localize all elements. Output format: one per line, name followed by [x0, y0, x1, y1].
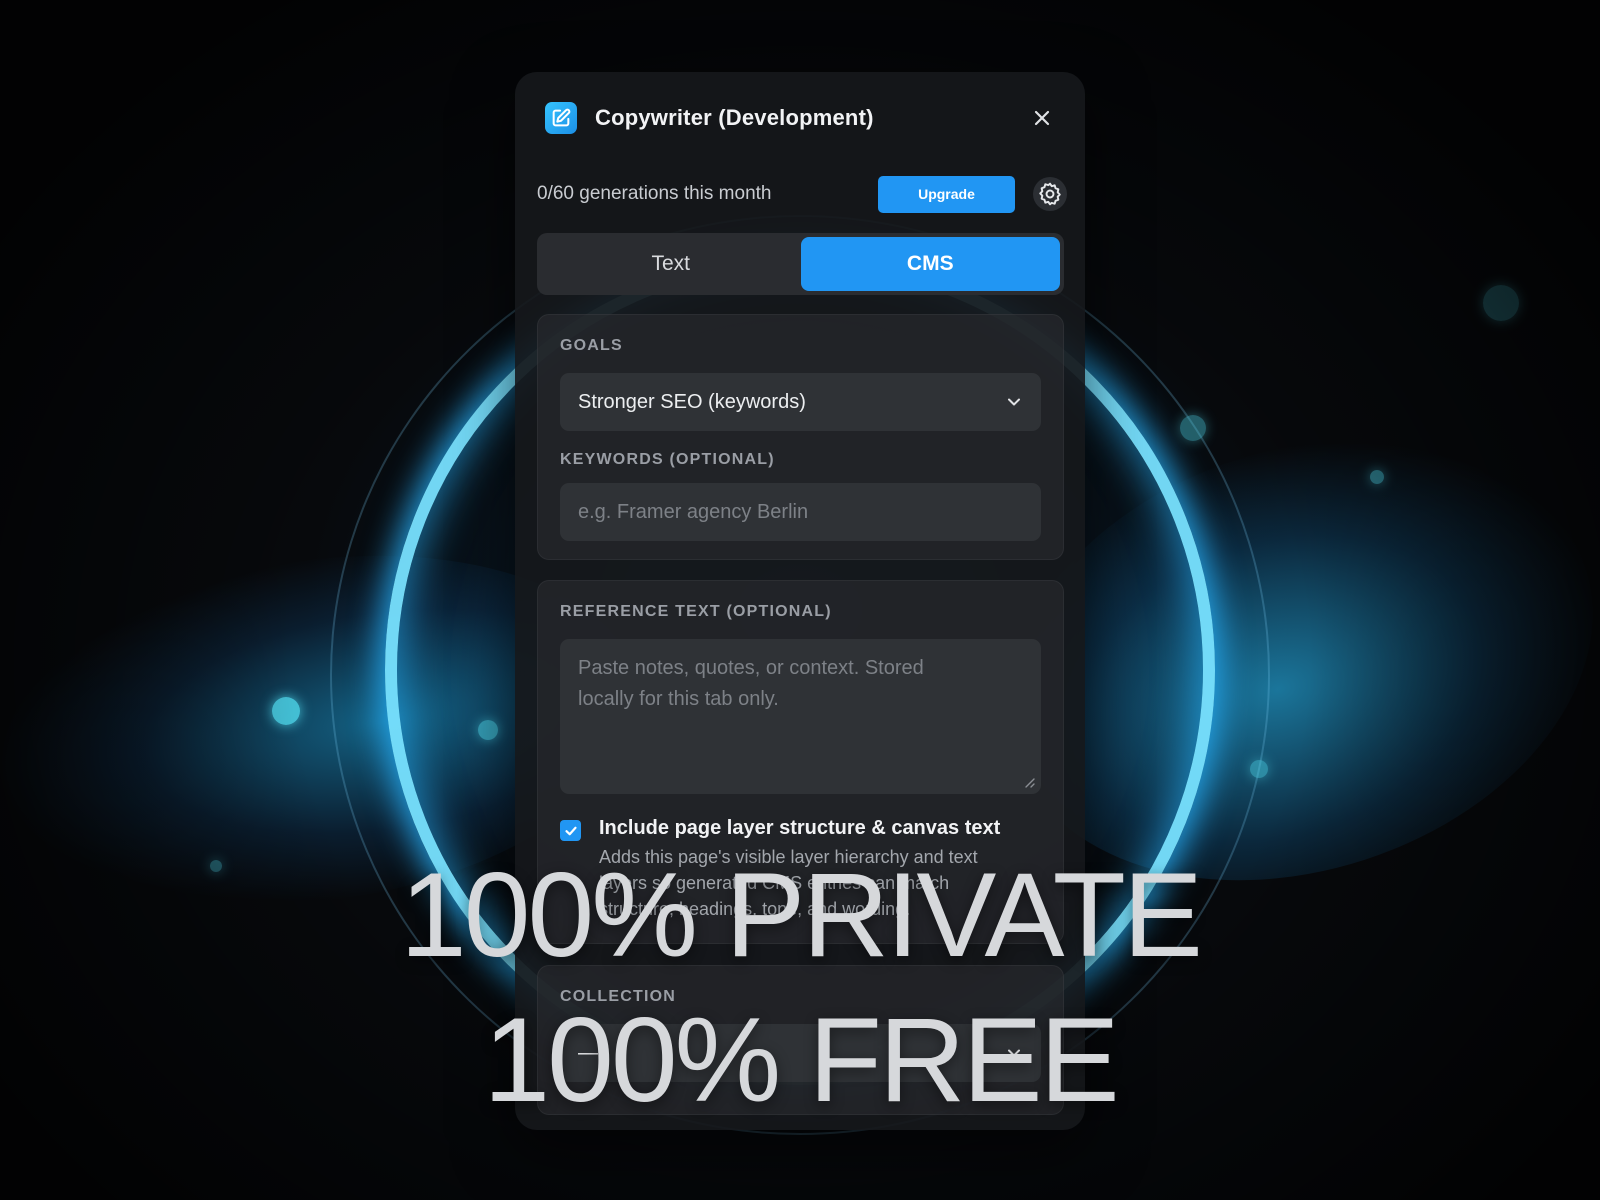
goals-select[interactable]: Stronger SEO (keywords) — [560, 373, 1041, 431]
usage-row: 0/60 generations this month Upgrade — [537, 174, 1067, 214]
reference-textarea[interactable]: Paste notes, quotes, or context. Stored … — [560, 639, 1041, 794]
include-structure-checkbox[interactable] — [560, 820, 581, 841]
chevron-down-icon — [1008, 398, 1020, 406]
edit-square-icon — [545, 102, 577, 134]
checkmark-icon — [564, 826, 577, 835]
settings-button[interactable] — [1033, 177, 1067, 211]
close-button[interactable] — [1029, 105, 1055, 131]
close-icon — [1034, 110, 1050, 126]
reference-label: REFERENCE TEXT (OPTIONAL) — [560, 603, 832, 620]
keywords-input[interactable]: e.g. Framer agency Berlin — [560, 483, 1041, 541]
panel-header: Copywriter (Development) — [545, 98, 1055, 138]
upgrade-button[interactable]: Upgrade — [878, 175, 1015, 213]
reference-placeholder-line-1: Paste notes, quotes, or context. Stored — [578, 657, 924, 679]
promo-headline-private: 100% PRIVATE — [400, 848, 1203, 982]
gear-icon — [1039, 182, 1061, 206]
tab-cms[interactable]: CMS — [800, 237, 1060, 291]
keywords-placeholder: e.g. Framer agency Berlin — [578, 500, 809, 523]
goals-card: GOALS Stronger SEO (keywords) KEYWORDS (… — [537, 314, 1064, 560]
keywords-label: KEYWORDS (OPTIONAL) — [560, 451, 775, 468]
promo-headline-free: 100% FREE — [483, 993, 1119, 1127]
include-structure-title: Include page layer structure & canvas te… — [599, 817, 1001, 839]
goals-selected-value: Stronger SEO (keywords) — [578, 390, 806, 413]
resize-grip-icon[interactable] — [1021, 774, 1035, 788]
goals-label: GOALS — [560, 337, 623, 354]
usage-counter: 0/60 generations this month — [537, 183, 772, 204]
tab-text[interactable]: Text — [541, 237, 801, 291]
mode-tabs: Text CMS — [537, 233, 1064, 295]
window-title: Copywriter (Development) — [595, 105, 874, 130]
reference-placeholder-line-2: locally for this tab only. — [578, 688, 779, 710]
